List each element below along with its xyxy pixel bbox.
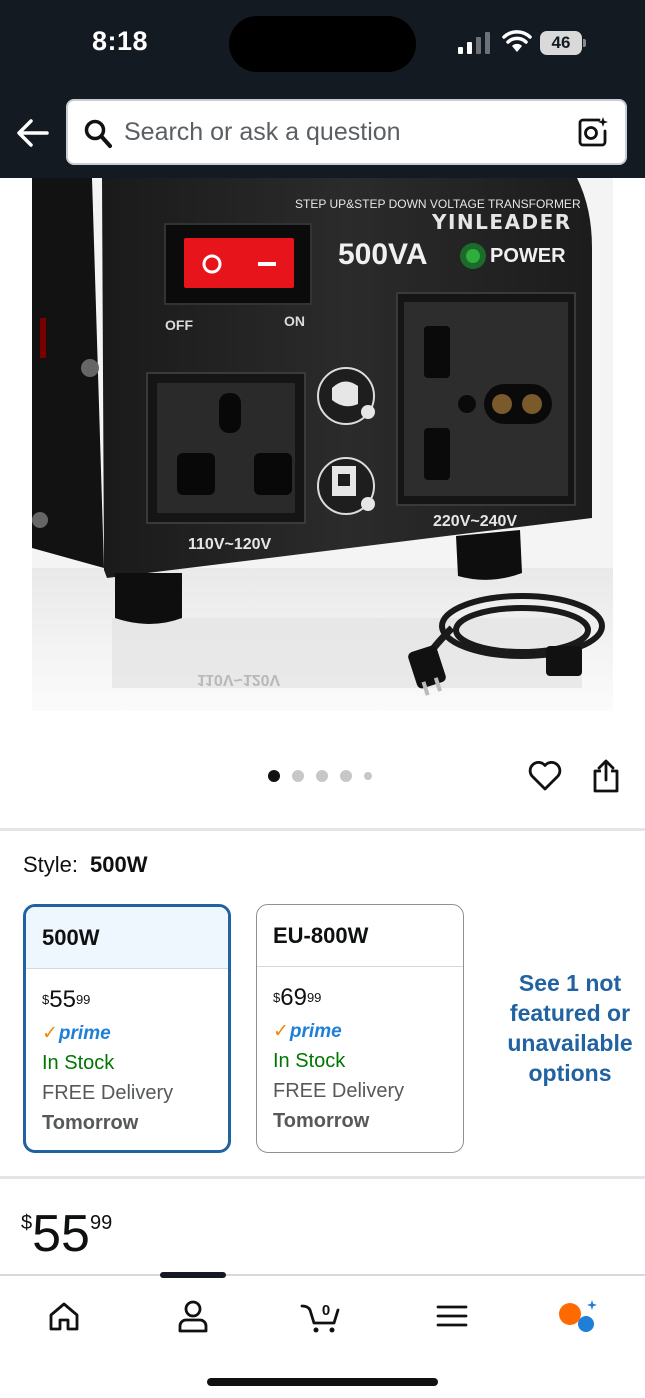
camera-search-icon[interactable] bbox=[577, 116, 609, 148]
stock-status: In Stock bbox=[42, 1052, 115, 1074]
transformer-illustration: 110V~120V STEP UP&STEP DOWN VOLTAGE TRAN… bbox=[32, 178, 613, 711]
style-selected-value: 500W bbox=[90, 852, 148, 877]
delivery-day: Tomorrow bbox=[273, 1110, 370, 1132]
style-option-name: EU-800W bbox=[257, 905, 463, 967]
style-selector-label: Style: 500W bbox=[23, 852, 148, 878]
price-fraction: 99 bbox=[89, 1212, 113, 1234]
share-icon[interactable] bbox=[591, 758, 621, 794]
carousel-dot[interactable] bbox=[364, 772, 372, 780]
style-option-eu-800w[interactable]: EU-800W $6999 ✓ prime In Stock FREE Deliv… bbox=[256, 904, 464, 1153]
search-input[interactable] bbox=[124, 101, 564, 163]
see-unavailable-options-link[interactable]: See 1 not featured or unavailable option… bbox=[494, 968, 645, 1088]
carousel-dot[interactable] bbox=[268, 770, 280, 782]
home-icon[interactable] bbox=[42, 1296, 86, 1336]
cart-icon[interactable]: 0 bbox=[300, 1296, 344, 1336]
right-outlet-label: 220V~240V bbox=[433, 513, 517, 530]
section-divider bbox=[0, 828, 645, 831]
dynamic-island bbox=[229, 16, 416, 72]
carousel-dot[interactable] bbox=[292, 770, 304, 782]
search-icon bbox=[84, 119, 112, 148]
product-image[interactable]: 110V~120V STEP UP&STEP DOWN VOLTAGE TRAN… bbox=[32, 178, 613, 711]
delivery-day: Tomorrow bbox=[42, 1112, 139, 1134]
style-option-500w[interactable]: 500W $5599 ✓ prime In Stock FREE Delivery… bbox=[23, 904, 231, 1153]
cart-count: 0 bbox=[322, 1302, 330, 1319]
switch-on-label: ON bbox=[284, 313, 305, 329]
home-indicator[interactable] bbox=[207, 1378, 438, 1386]
style-option-price: $6999 bbox=[273, 984, 322, 1011]
heart-icon[interactable] bbox=[528, 760, 562, 792]
carousel-dot[interactable] bbox=[340, 770, 352, 782]
price-currency: $ bbox=[21, 1212, 33, 1234]
prime-badge: ✓ prime bbox=[273, 1021, 342, 1042]
account-icon[interactable] bbox=[171, 1296, 215, 1336]
status-time: 8:18 bbox=[92, 26, 149, 56]
style-option-name: 500W bbox=[26, 907, 228, 969]
power-label: POWER bbox=[490, 245, 566, 267]
menu-icon[interactable] bbox=[430, 1296, 474, 1336]
product-price: $5599 bbox=[21, 1206, 112, 1266]
carousel-dots[interactable] bbox=[268, 770, 372, 782]
price-whole: 55 bbox=[32, 1205, 90, 1263]
cellular-signal-icon bbox=[458, 32, 490, 54]
style-option-price: $5599 bbox=[42, 986, 91, 1013]
brand-text: YINLEADER bbox=[431, 210, 572, 234]
app-header: 8:18 46 bbox=[0, 0, 645, 178]
carousel-dot[interactable] bbox=[316, 770, 328, 782]
left-outlet-label: 110V~120V bbox=[188, 536, 272, 553]
prime-check-icon: ✓ bbox=[273, 1021, 289, 1042]
stock-status: In Stock bbox=[273, 1050, 346, 1072]
battery-tip bbox=[583, 39, 586, 47]
rating-text: 500VA bbox=[338, 238, 428, 271]
prime-badge: ✓ prime bbox=[42, 1023, 111, 1044]
delivery-text: FREE Delivery bbox=[42, 1082, 174, 1104]
battery-level: 46 bbox=[540, 31, 582, 55]
switch-off-label: OFF bbox=[165, 317, 193, 333]
rufus-icon[interactable] bbox=[556, 1296, 600, 1336]
banner-text: STEP UP&STEP DOWN VOLTAGE TRANSFORMER bbox=[295, 197, 581, 211]
section-divider bbox=[0, 1176, 645, 1179]
style-label: Style: bbox=[23, 852, 79, 877]
delivery-text: FREE Delivery bbox=[273, 1080, 405, 1102]
search-bar[interactable] bbox=[66, 99, 627, 165]
reflection-text: 110V~120V bbox=[197, 671, 281, 688]
prime-check-icon: ✓ bbox=[42, 1023, 58, 1044]
active-tab-indicator bbox=[160, 1272, 226, 1278]
back-arrow-icon[interactable] bbox=[14, 114, 52, 152]
battery-icon: 46 bbox=[540, 31, 586, 55]
wifi-icon bbox=[502, 30, 532, 52]
